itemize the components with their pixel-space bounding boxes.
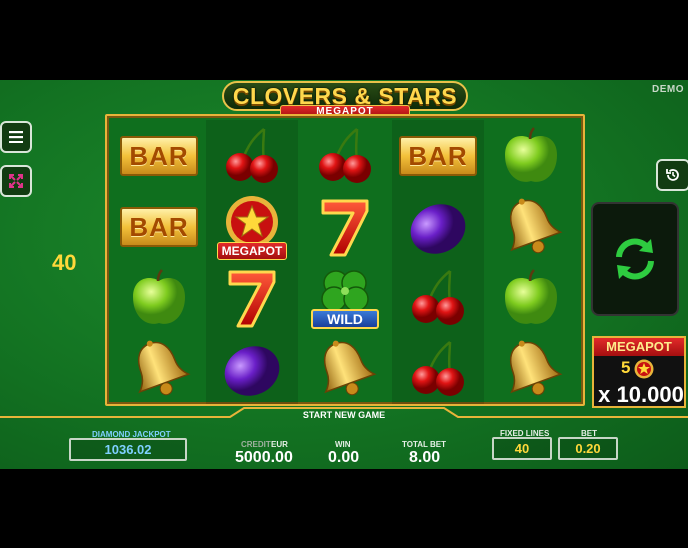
- reel-symbol-bar: BAR: [113, 120, 205, 191]
- megapot-count: 5: [621, 358, 631, 377]
- fullscreen-icon: [9, 174, 23, 188]
- reel-symbol-apple: [485, 120, 577, 191]
- history-icon: [666, 169, 679, 181]
- reel-symbol-bell: [113, 333, 205, 404]
- reel-4: BAR: [392, 120, 484, 404]
- reel-symbol-bell: [485, 191, 577, 262]
- plum-icon: [224, 345, 280, 396]
- start-new-game-text: START NEW GAME: [302, 410, 386, 420]
- reel-symbol-cherry: [392, 333, 484, 404]
- megapot-badge: MEGAPOT: [216, 241, 288, 260]
- reel-symbol-apple: [113, 262, 205, 333]
- reel-symbol-cherry: [392, 262, 484, 333]
- apple-icon: [133, 268, 185, 324]
- menu-icon: [9, 131, 23, 143]
- reel-symbol-seven: [299, 191, 391, 262]
- fullscreen-button[interactable]: [0, 165, 32, 197]
- cherry-icon: [319, 127, 371, 183]
- reel-symbol-plum: [206, 333, 298, 404]
- megapot-title: MEGAPOT: [594, 338, 684, 356]
- game-stage: DEMO CLOVERS & STARS MEGAPOT 40 BAR BAR: [0, 80, 688, 469]
- apple-icon: [505, 268, 557, 324]
- bell-icon: [509, 198, 563, 253]
- game-logo: CLOVERS & STARS MEGAPOT: [222, 81, 468, 118]
- reels-frame: BAR BAR MEGAPOT WILD BAR: [105, 114, 585, 406]
- bet-value-selector[interactable]: 0.20: [558, 437, 618, 460]
- reel-symbol-bar: BAR: [392, 120, 484, 191]
- plum-icon: [410, 203, 466, 254]
- seven-icon: [321, 199, 369, 256]
- reel-symbol-plum: [392, 191, 484, 262]
- cherry-icon: [412, 269, 464, 325]
- demo-label: DEMO: [652, 84, 684, 95]
- bar-label: BAR: [399, 135, 477, 176]
- total-bet-value: 8.00: [409, 449, 441, 466]
- megapot-multiplier: x 10.000: [598, 382, 684, 407]
- megapot-star-icon: [634, 359, 654, 379]
- bell-icon: [323, 340, 377, 395]
- reel-symbol-apple: [485, 262, 577, 333]
- reel-1: BAR BAR: [113, 120, 205, 404]
- reel-2: MEGAPOT: [206, 120, 298, 404]
- cherry-icon: [412, 340, 464, 396]
- history-button[interactable]: [656, 159, 688, 191]
- total-bet-label: TOTAL BET: [402, 440, 446, 449]
- menu-button[interactable]: [0, 121, 32, 153]
- credit-value: 5000.00: [235, 449, 293, 466]
- reel-symbol-bar: BAR: [113, 191, 205, 262]
- bell-icon: [137, 340, 191, 395]
- win-label: WIN: [335, 440, 351, 449]
- reel-symbol-cherry: [299, 120, 391, 191]
- reel-symbol-cherry: [206, 120, 298, 191]
- credit-currency: EUR: [271, 440, 288, 449]
- reel-symbol-bell: [485, 333, 577, 404]
- apple-icon: [505, 126, 557, 182]
- megapot-panel: MEGAPOT 5 x 10.000: [592, 336, 686, 408]
- reel-symbol-star-megapot: MEGAPOT: [206, 191, 298, 262]
- clover-icon: [321, 269, 369, 312]
- reel-symbol-seven: [206, 262, 298, 333]
- wild-label: WILD: [311, 308, 379, 329]
- cherry-icon: [226, 127, 278, 183]
- reel-5: [485, 120, 577, 404]
- bar-label: BAR: [120, 206, 198, 247]
- fixed-lines-value: 40: [492, 437, 552, 460]
- jackpot-value: 1036.02: [69, 438, 187, 461]
- seven-icon: [228, 270, 276, 327]
- reel-symbol-clover-wild: WILD: [299, 262, 391, 333]
- spin-button[interactable]: [591, 202, 679, 316]
- reel-3: WILD: [299, 120, 391, 404]
- reel-symbol-bell: [299, 333, 391, 404]
- lines-indicator: 40: [52, 250, 77, 275]
- bar-label: BAR: [120, 135, 198, 176]
- bell-icon: [509, 340, 563, 395]
- win-value: 0.00: [328, 449, 360, 466]
- credit-label: CREDIT: [241, 440, 271, 449]
- spin-icon: [616, 238, 654, 280]
